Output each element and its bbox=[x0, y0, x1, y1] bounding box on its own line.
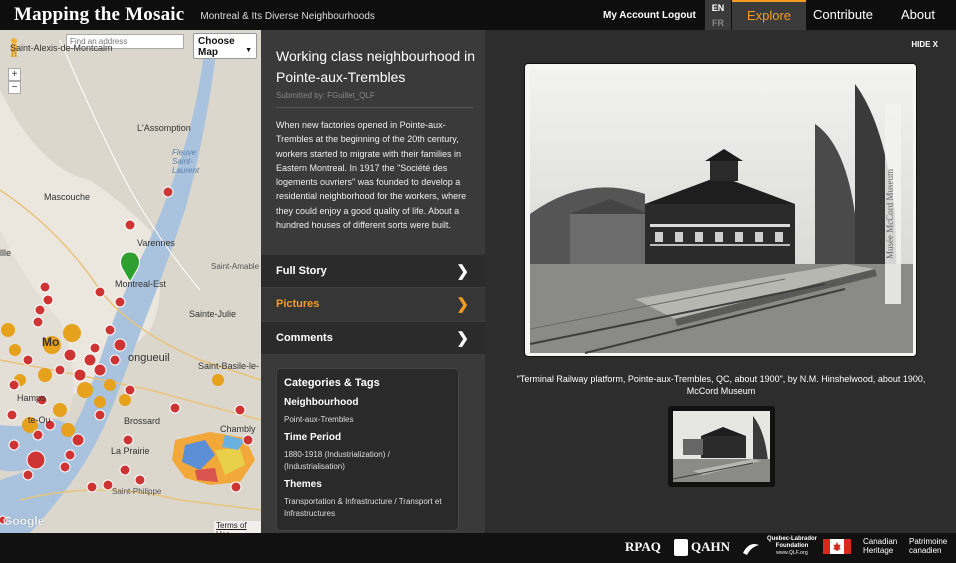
map-label: te-Ou bbox=[28, 415, 51, 425]
lang-fr[interactable]: FR bbox=[705, 16, 731, 30]
nav-about[interactable]: About bbox=[880, 0, 956, 30]
photo-watermark: Musée McCord Museum bbox=[885, 169, 895, 259]
pictures-label: Pictures bbox=[276, 298, 320, 310]
site-tagline: Montreal & Its Diverse Neighbourhoods bbox=[200, 11, 375, 22]
map-label: Montreal-Est bbox=[115, 279, 167, 289]
time-period-label: Time Period bbox=[284, 432, 342, 443]
map-label: Saint-Philippe bbox=[112, 487, 162, 496]
canada-flag-icon bbox=[823, 539, 851, 554]
choose-map-dropdown[interactable]: Choose Map ▼ bbox=[193, 33, 257, 59]
map-label: Saint-Amable bbox=[211, 262, 260, 271]
themes-tag[interactable]: Transportation & Infrastructure / Transp… bbox=[284, 496, 451, 520]
categories-tags-box: Categories & Tags Neighbourhood Point-au… bbox=[276, 368, 459, 531]
photo-caption: "Terminal Railway platform, Pointe-aux-T… bbox=[516, 374, 926, 396]
full-story-section[interactable]: Full Story ❯ bbox=[261, 255, 485, 288]
lang-en[interactable]: EN bbox=[705, 1, 731, 15]
qlf-logo[interactable]: Quebec-Labrador Foundation www.QLF.org bbox=[762, 536, 822, 557]
submitted-by: Submitted by: FGuillet_QLF bbox=[276, 91, 375, 100]
map-label: Sainte-Julie bbox=[189, 309, 237, 319]
chevron-right-icon: ❯ bbox=[456, 296, 469, 313]
qlf-name: Quebec-Labrador Foundation bbox=[766, 536, 817, 549]
language-switcher: EN FR bbox=[705, 0, 731, 30]
logout-link[interactable]: Logout bbox=[662, 10, 696, 21]
google-logo: Google bbox=[3, 514, 45, 528]
canadian-heritage-wordmark: Canadian Heritage bbox=[863, 537, 898, 555]
map-label: Mascouche bbox=[44, 192, 91, 202]
map-label: La Prairie bbox=[111, 446, 150, 456]
map-label: Varennes bbox=[137, 238, 175, 248]
map-panel[interactable]: + − Choose Map ▼ Saint-Alexis-de-Montcal… bbox=[0, 30, 261, 533]
chevron-right-icon: ❯ bbox=[456, 263, 469, 280]
map-label: Chambly bbox=[220, 424, 256, 434]
partner-emblem-icon bbox=[674, 539, 688, 556]
map-label: Saint-Alexis-de-Montcalm bbox=[10, 43, 113, 53]
map-label: Saint-Basile-le- bbox=[198, 361, 260, 371]
comments-section[interactable]: Comments ❯ bbox=[261, 321, 485, 354]
time-period-tag[interactable]: 1880-1918 (Industrialization) / (Industr… bbox=[284, 449, 451, 473]
comments-label: Comments bbox=[276, 332, 333, 344]
chevron-down-icon: ▼ bbox=[245, 47, 252, 54]
terms-of-use-link[interactable]: Terms of Use bbox=[214, 521, 261, 533]
rpaq-logo[interactable]: RPAQ bbox=[625, 539, 661, 555]
site-logo[interactable]: Mapping the Mosaic bbox=[14, 4, 184, 26]
my-account-link[interactable]: My Account bbox=[603, 10, 659, 21]
story-title: Working class neighbourhood in Pointe-au… bbox=[276, 48, 475, 85]
nav-contribute[interactable]: Contribute bbox=[806, 0, 880, 30]
categories-heading: Categories & Tags bbox=[284, 377, 380, 389]
chevron-right-icon: ❯ bbox=[456, 330, 469, 347]
pictures-section[interactable]: Pictures ❯ bbox=[261, 288, 485, 321]
map-label: Brossard bbox=[124, 416, 161, 426]
map-label: L'Assomption bbox=[137, 123, 191, 133]
map-label: Fleuve Saint-Laurent bbox=[172, 148, 200, 175]
choose-map-label: Choose Map bbox=[198, 36, 235, 58]
map-label: Hamps bbox=[17, 393, 46, 403]
zoom-out-button[interactable]: − bbox=[8, 81, 21, 94]
map-label: Mo bbox=[42, 335, 60, 349]
historic-photo[interactable]: Musée McCord Museum bbox=[524, 63, 917, 357]
patrimoine-canadien-wordmark: Patrimoine canadien bbox=[909, 537, 948, 555]
photo-viewer: HIDE X Musée McCord Museum "Terminal Rai… bbox=[485, 30, 956, 533]
zoom-in-button[interactable]: + bbox=[8, 68, 21, 81]
photo-thumbnail[interactable] bbox=[668, 406, 775, 487]
neighbourhood-tag[interactable]: Point-aux-Trembles bbox=[284, 414, 451, 426]
neighbourhood-label: Neighbourhood bbox=[284, 397, 359, 408]
hide-viewer-button[interactable]: HIDE X bbox=[911, 40, 938, 49]
nav-explore[interactable]: Explore bbox=[732, 0, 806, 30]
qlf-url: www.QLF.org bbox=[776, 550, 808, 556]
qlf-bird-icon bbox=[743, 544, 759, 555]
footer: RPAQ QAHN Quebec-Labrador Foundation www… bbox=[0, 533, 956, 563]
full-story-label: Full Story bbox=[276, 265, 327, 277]
themes-label: Themes bbox=[284, 479, 322, 490]
story-description: When new factories opened in Pointe-aux-… bbox=[276, 120, 467, 231]
qahn-logo[interactable]: QAHN bbox=[691, 539, 730, 555]
divider bbox=[276, 107, 473, 108]
map-label: llle bbox=[0, 248, 12, 258]
map-label: ongueuil bbox=[128, 352, 170, 364]
